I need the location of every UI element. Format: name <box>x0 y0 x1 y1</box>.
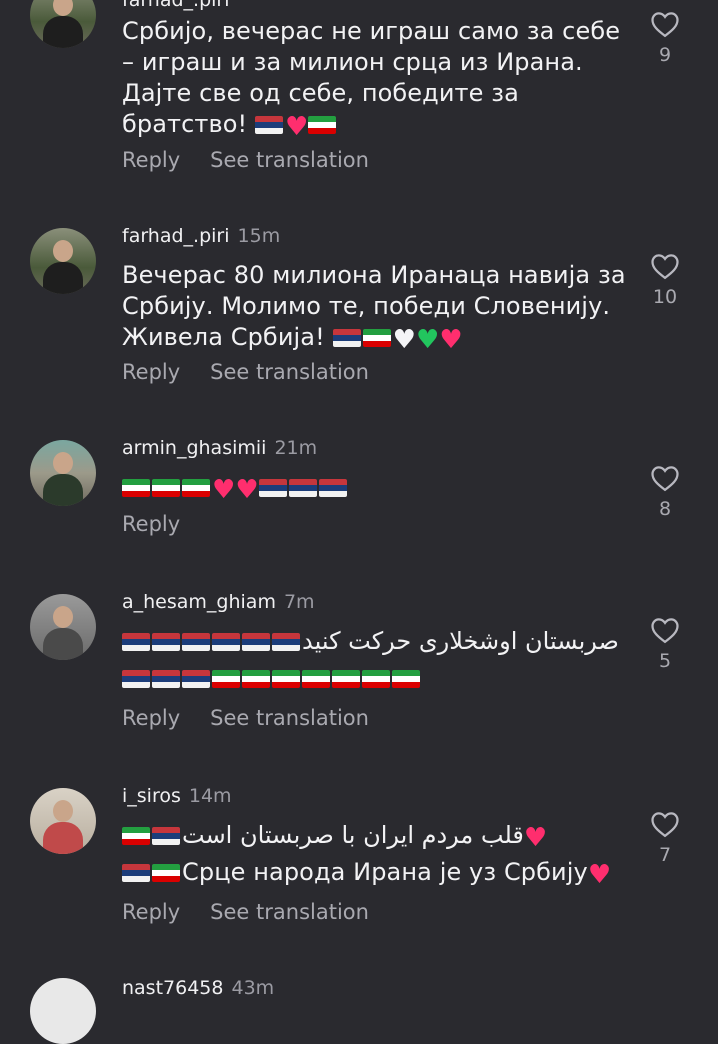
red-heart-emoji: ♥ <box>587 860 612 890</box>
comment-text: ♥♥ <box>122 472 622 503</box>
iran-flag-emoji <box>362 670 390 688</box>
serbia-flag-emoji <box>122 864 150 882</box>
timestamp: 14m <box>188 785 232 807</box>
serbia-flag-emoji <box>152 633 180 651</box>
comment-text: قلب مردم ایران با صربستان است♥ Срце наро… <box>122 820 622 888</box>
iran-flag-emoji <box>302 670 330 688</box>
see-translation-button[interactable]: See translation <box>210 148 369 172</box>
serbia-flag-emoji <box>152 827 180 845</box>
heart-outline-icon[interactable] <box>650 10 680 38</box>
timestamp: 43m <box>231 977 275 999</box>
avatar[interactable] <box>30 978 96 1044</box>
serbia-flag-emoji <box>332 329 361 347</box>
username[interactable]: a_hesam_ghiam <box>122 591 276 613</box>
reply-button[interactable]: Reply <box>122 512 180 536</box>
avatar[interactable] <box>30 788 96 854</box>
like-button[interactable]: 5 <box>640 616 690 672</box>
avatar[interactable] <box>30 228 96 294</box>
heart-outline-icon[interactable] <box>650 252 680 280</box>
iran-flag-emoji <box>332 670 360 688</box>
comment-text: Србијо, вечерас не играш само за себе – … <box>122 17 621 142</box>
like-count: 8 <box>658 498 672 520</box>
username[interactable]: farhad_.piri <box>122 0 230 11</box>
comment-text: صربستان اوشخلاری حرکت کنید <box>122 626 622 694</box>
serbia-flag-emoji <box>122 670 150 688</box>
iran-flag-emoji <box>182 479 210 497</box>
like-count: 9 <box>658 44 672 66</box>
serbia-flag-emoji <box>152 670 180 688</box>
avatar[interactable] <box>30 594 96 660</box>
iran-flag-emoji <box>392 670 420 688</box>
like-count: 5 <box>658 650 672 672</box>
see-translation-button[interactable]: See translation <box>210 706 369 730</box>
username[interactable]: i_siros <box>122 785 181 807</box>
serbia-flag-emoji <box>318 479 347 497</box>
like-count: 10 <box>652 286 678 308</box>
serbia-flag-emoji <box>272 633 300 651</box>
like-button[interactable]: 9 <box>640 10 690 66</box>
iran-flag-emoji <box>362 329 391 347</box>
reply-button[interactable]: Reply <box>122 360 180 384</box>
reply-button[interactable]: Reply <box>122 900 180 924</box>
heart-outline-icon[interactable] <box>650 810 680 838</box>
comment-text: Вечерас 80 милиона Иранаца навија за Срб… <box>122 261 626 355</box>
red-heart-emoji: ♥ <box>284 112 309 142</box>
avatar[interactable] <box>30 440 96 506</box>
see-translation-button[interactable]: See translation <box>210 900 369 924</box>
like-button[interactable]: 8 <box>640 464 690 520</box>
heart-outline-icon[interactable] <box>650 616 680 644</box>
serbia-flag-emoji <box>122 633 150 651</box>
iran-flag-emoji <box>152 864 180 882</box>
iran-flag-emoji <box>212 670 240 688</box>
see-translation-button[interactable]: See translation <box>210 360 369 384</box>
iran-flag-emoji <box>242 670 270 688</box>
reply-button[interactable]: Reply <box>122 706 180 730</box>
username[interactable]: farhad_.piri <box>122 225 230 247</box>
timestamp: 15m <box>237 225 281 247</box>
white-heart-emoji: ♥ <box>392 325 416 355</box>
serbia-flag-emoji <box>254 116 283 134</box>
iran-flag-emoji <box>122 827 150 845</box>
username[interactable]: armin_ghasimii <box>122 437 266 459</box>
username[interactable]: nast76458 <box>122 977 223 999</box>
serbia-flag-emoji <box>182 633 210 651</box>
green-heart-emoji: ♥ <box>415 325 440 355</box>
heart-outline-icon[interactable] <box>650 464 680 492</box>
timestamp: 7m <box>283 591 315 613</box>
avatar[interactable] <box>30 0 96 48</box>
like-button[interactable]: 7 <box>640 810 690 866</box>
red-heart-emoji: ♥ <box>523 823 548 853</box>
iran-flag-emoji <box>308 116 337 134</box>
reply-button[interactable]: Reply <box>122 148 180 172</box>
like-button[interactable]: 10 <box>640 252 690 308</box>
iran-flag-emoji <box>272 670 300 688</box>
like-count: 7 <box>658 844 672 866</box>
iran-flag-emoji <box>122 479 150 497</box>
red-heart-emoji: ♥ <box>212 475 236 505</box>
serbia-flag-emoji <box>182 670 210 688</box>
serbia-flag-emoji <box>242 633 270 651</box>
red-heart-emoji: ♥ <box>235 475 259 505</box>
red-heart-emoji: ♥ <box>439 325 463 355</box>
iran-flag-emoji <box>152 479 180 497</box>
timestamp: 21m <box>274 437 318 459</box>
serbia-flag-emoji <box>288 479 317 497</box>
serbia-flag-emoji <box>212 633 240 651</box>
serbia-flag-emoji <box>258 479 287 497</box>
